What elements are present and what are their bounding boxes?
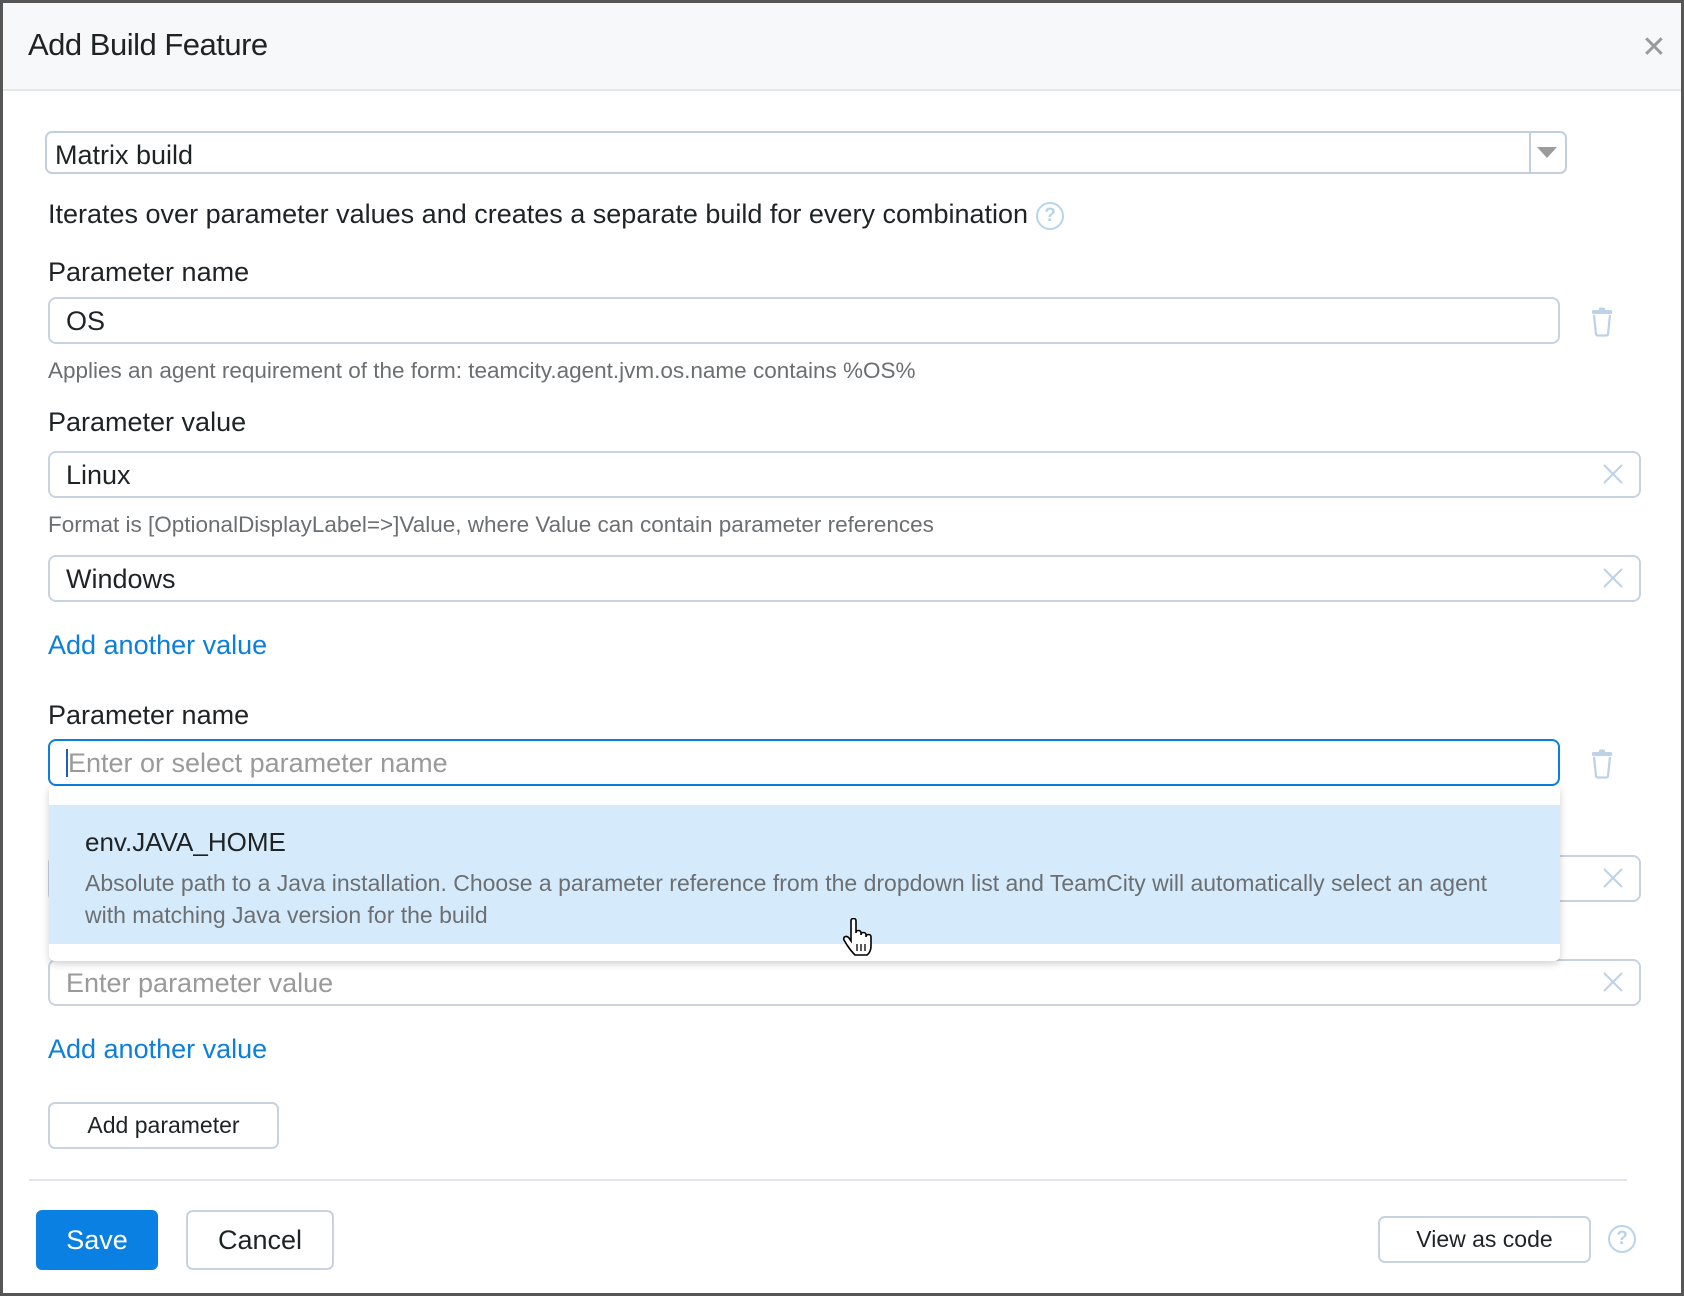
dialog-header: Add Build Feature ✕ [3, 3, 1681, 91]
parameter-name-input[interactable]: Enter or select parameter name [48, 739, 1560, 786]
dialog-title: Add Build Feature [28, 27, 268, 62]
suggestion-item[interactable]: env.JAVA_HOME Absolute path to a Java in… [49, 805, 1560, 944]
parameter-name-label: Parameter name [48, 257, 250, 287]
feature-description-text: Iterates over parameter values and creat… [48, 199, 1029, 229]
trash-icon[interactable] [1589, 307, 1615, 337]
parameter-name-label: Parameter name [48, 700, 250, 730]
clear-icon[interactable] [1601, 866, 1625, 890]
parameter-name-placeholder: Enter or select parameter name [68, 748, 448, 778]
feature-type-select[interactable]: Matrix build [45, 131, 1567, 174]
parameter-name-input[interactable]: OS [48, 297, 1560, 344]
clear-icon[interactable] [1601, 462, 1625, 486]
view-as-code-button[interactable]: View as code [1378, 1216, 1591, 1263]
footer-divider [29, 1179, 1627, 1181]
suggestion-name: env.JAVA_HOME [85, 827, 286, 857]
suggestion-description: Absolute path to a Java installation. Ch… [85, 870, 1488, 928]
add-parameter-button[interactable]: Add parameter [48, 1102, 279, 1149]
chevron-down-icon[interactable] [1537, 147, 1557, 158]
parameter-suggestions-dropdown: env.JAVA_HOME Absolute path to a Java in… [49, 786, 1560, 961]
feature-description: Iterates over parameter values and creat… [48, 199, 1065, 230]
select-separator [1529, 133, 1531, 172]
help-icon[interactable]: ? [1036, 201, 1065, 230]
hand-pointer-cursor-icon [842, 918, 872, 956]
parameter-name-value: OS [66, 306, 106, 336]
parameter-value-input[interactable]: Enter parameter value [48, 959, 1641, 1006]
trash-icon[interactable] [1589, 749, 1615, 779]
add-build-feature-dialog: Add Build Feature ✕ Matrix build Iterate… [3, 3, 1681, 1293]
feature-type-value: Matrix build [55, 140, 194, 170]
parameter-value-input[interactable]: Windows [48, 555, 1641, 602]
clear-icon[interactable] [1601, 566, 1625, 590]
parameter-value-placeholder: Enter parameter value [66, 968, 334, 998]
add-another-value-link[interactable]: Add another value [48, 1034, 267, 1065]
close-icon[interactable]: ✕ [1639, 33, 1669, 63]
help-icon[interactable]: ? [1608, 1225, 1636, 1253]
save-button[interactable]: Save [36, 1210, 158, 1270]
clear-icon[interactable] [1601, 970, 1625, 994]
add-another-value-link[interactable]: Add another value [48, 630, 267, 661]
parameter-value-label: Parameter value [48, 407, 247, 437]
parameter-value: Linux [66, 460, 131, 490]
parameter-value-input[interactable]: Linux [48, 451, 1641, 498]
cancel-button[interactable]: Cancel [186, 1210, 334, 1270]
parameter-value: Windows [66, 564, 176, 594]
parameter-value-hint: Format is [OptionalDisplayLabel=>]Value,… [48, 512, 934, 537]
parameter-name-hint: Applies an agent requirement of the form… [48, 358, 916, 383]
